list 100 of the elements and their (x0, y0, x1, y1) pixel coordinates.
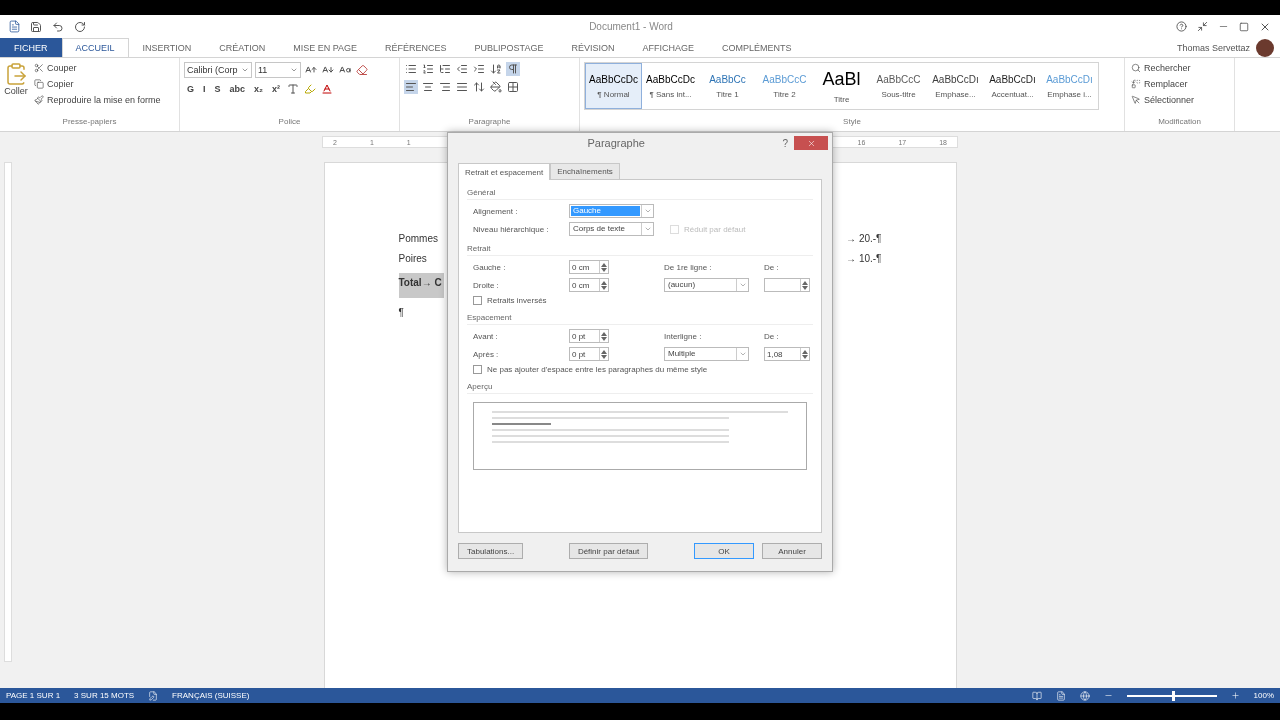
align-button[interactable] (455, 80, 469, 94)
search-icon (1131, 63, 1141, 73)
help-button[interactable]: ? (782, 137, 788, 149)
dialog-title: Paragraphe (586, 137, 646, 149)
checkbox[interactable] (473, 296, 482, 305)
find-button[interactable]: Rechercher (1129, 62, 1197, 74)
group-label: Police (277, 117, 302, 128)
font-name-field[interactable]: Calibri (Corp (184, 62, 252, 78)
dialog-button[interactable]: Tabulations... (458, 543, 524, 559)
style-preview: AaBbCcC (762, 73, 807, 85)
style-preview: AaBbCcDı (989, 73, 1036, 85)
ribbon-options-button[interactable] (1196, 20, 1209, 33)
dialog-button[interactable]: Définir par défaut (568, 543, 649, 559)
word-count[interactable]: 3 SUR 15 MOTS (74, 691, 135, 700)
dialog-button[interactable]: Annuler (762, 543, 822, 559)
style-preview: AaBbCcDı (932, 73, 979, 85)
ribbon-tab[interactable]: FICHER (0, 38, 62, 57)
spin-arrows-icon[interactable] (601, 331, 607, 341)
align-button[interactable] (438, 80, 452, 94)
dialog-tab[interactable]: Retrait et espacement (458, 163, 551, 180)
document-text: Poires (398, 253, 427, 264)
format-button[interactable]: S (211, 84, 224, 94)
page-count[interactable]: PAGE 1 SUR 1 (6, 691, 61, 700)
replace-button[interactable]: Remplacer (1129, 78, 1197, 90)
format-button[interactable]: G (184, 84, 197, 94)
ribbon-tab[interactable]: ACCUEIL (61, 38, 129, 57)
spin-field[interactable] (764, 278, 810, 292)
save-button[interactable] (29, 19, 43, 34)
format-button[interactable]: x² (269, 84, 284, 94)
section-heading: Espacement (467, 313, 813, 325)
style-preview: AaBbCcDc (646, 73, 695, 85)
dialog-tab[interactable]: Enchaînements (550, 163, 620, 180)
spin-field[interactable]: 0 pt (569, 347, 609, 361)
field-label: De : (764, 331, 780, 341)
zoom-thumb[interactable] (1171, 690, 1175, 701)
redo-button[interactable] (73, 19, 87, 34)
cut-button[interactable]: Couper (32, 62, 163, 74)
style-preview: AaBbCcC (876, 73, 921, 85)
increase-indent-button[interactable] (472, 62, 486, 76)
section-heading: Général (467, 188, 813, 200)
document-text: ¶ (398, 307, 404, 318)
dropdown[interactable]: Multiple (664, 347, 749, 361)
spin-arrows-icon[interactable] (802, 349, 808, 359)
section-heading: Retrait (467, 244, 813, 256)
spin-field[interactable]: 0 cm (569, 260, 609, 274)
dialog-button[interactable]: OK (694, 543, 754, 559)
style-item[interactable]: AaBbCcDc ¶ Normal (585, 63, 642, 109)
pilcrow-button[interactable] (506, 62, 520, 76)
paste-button[interactable]: Coller (4, 62, 28, 117)
align-button[interactable] (404, 80, 418, 94)
spin-arrows-icon[interactable] (802, 280, 808, 290)
group-label: Modification (1157, 117, 1202, 128)
field-label: Niveau hiérarchique : (473, 224, 550, 234)
dropdown[interactable]: (aucun) (664, 278, 749, 292)
numbering-button[interactable] (421, 62, 435, 76)
field-label: Avant : (473, 331, 499, 341)
style-name: Titre (833, 94, 850, 104)
sort-button[interactable] (489, 62, 503, 76)
bullets-button[interactable] (404, 62, 418, 76)
style-preview: AaBl (822, 68, 861, 90)
checkbox[interactable] (473, 365, 482, 374)
field-label: Alignement : (473, 206, 519, 216)
help-button[interactable] (1175, 20, 1188, 33)
zoom-in-icon (1230, 691, 1240, 700)
document-text: Pommes (398, 233, 438, 244)
multilevel-list-button[interactable] (438, 62, 452, 76)
format-button[interactable]: I (200, 84, 209, 94)
spin-field[interactable]: 0 cm (569, 278, 609, 292)
zoom-level[interactable]: 100% (1253, 691, 1274, 700)
select-button[interactable]: Sélectionner (1129, 94, 1197, 106)
borders-button[interactable] (506, 80, 520, 94)
group-label: Presse-papiers (61, 117, 118, 128)
undo-button[interactable] (51, 19, 65, 34)
style-name: Emphase i... (1047, 89, 1092, 99)
spin-arrows-icon[interactable] (601, 349, 607, 359)
user-name[interactable]: Thomas Servettaz (1176, 42, 1250, 53)
format-button[interactable]: abc (226, 84, 249, 94)
spin-field[interactable]: 1,08 (764, 347, 810, 361)
field-label: Droite : (473, 280, 500, 290)
shading-button[interactable] (489, 80, 503, 94)
decrease-indent-button[interactable] (455, 62, 469, 76)
document-text: → 10.-¶ (846, 253, 882, 264)
style-name: Titre 1 (716, 89, 739, 99)
spin-arrows-icon[interactable] (601, 262, 607, 272)
font-size-field[interactable]: 11 (255, 62, 301, 78)
format-painter-button[interactable]: Reproduire la mise en forme (32, 94, 163, 106)
maximize-button[interactable] (1238, 20, 1250, 33)
text-effects-button[interactable] (286, 82, 301, 96)
align-button[interactable] (421, 80, 435, 94)
caret-icon (643, 207, 652, 215)
spin-arrows-icon[interactable] (601, 280, 607, 290)
clear-formatting-button[interactable] (355, 63, 369, 77)
copy-button[interactable]: Copier (32, 78, 163, 90)
dropdown[interactable]: Corps de texte (569, 222, 654, 236)
group-label: Style (842, 117, 862, 128)
document-text: → 20.-¶ (846, 233, 882, 244)
language[interactable]: FRANÇAIS (SUISSE) (172, 691, 250, 700)
line-spacing-button[interactable] (472, 80, 486, 94)
spin-field[interactable]: 0 pt (569, 329, 609, 343)
format-button[interactable]: x₂ (251, 84, 267, 94)
